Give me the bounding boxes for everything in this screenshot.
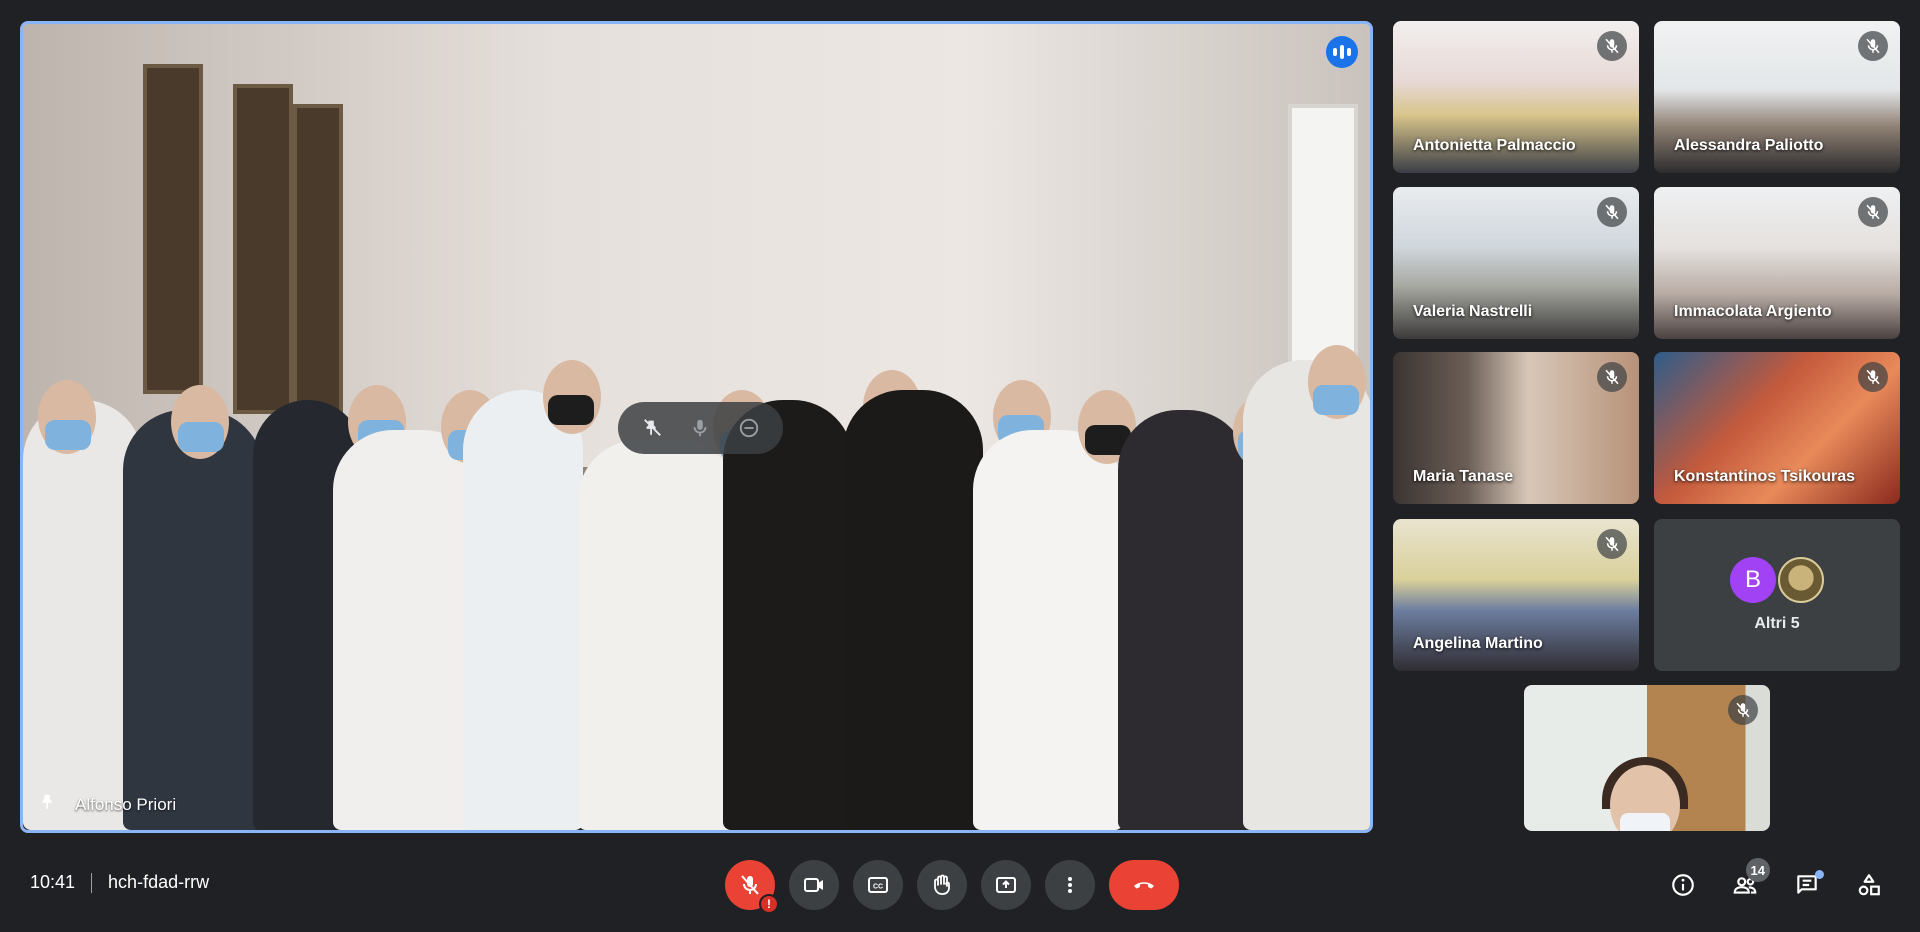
participant-tile[interactable]: Angelina Martino: [1393, 519, 1639, 671]
participant-tile[interactable]: Maria Tanase: [1393, 352, 1639, 504]
unpin-icon[interactable]: [634, 410, 670, 446]
participants-button[interactable]: 14: [1720, 858, 1770, 910]
speaking-indicator-icon: [1326, 36, 1358, 68]
participant-name: Angelina Martino: [1413, 635, 1543, 652]
participant-name: Maria Tanase: [1413, 468, 1514, 485]
mic-off-icon: [741, 875, 759, 895]
activities-button[interactable]: [1844, 860, 1894, 910]
participant-tile[interactable]: Antonietta Palmaccio: [1393, 21, 1639, 173]
raise-hand-button[interactable]: [917, 860, 967, 910]
alert-icon: !: [759, 894, 779, 914]
participants-count-badge: 14: [1745, 858, 1770, 882]
present-screen-button[interactable]: [981, 860, 1031, 910]
participant-tile[interactable]: Konstantinos Tsikouras: [1654, 352, 1900, 504]
svg-text:CC: CC: [873, 884, 883, 891]
participant-name: Valeria Nastrelli: [1413, 303, 1533, 320]
main-video-tile[interactable]: Alfonso Priori: [20, 21, 1373, 833]
participant-name: Immacolata Argiento: [1674, 303, 1832, 320]
bottom-toolbar: 10:41 hch-fdad-rrw ! CC 14: [0, 846, 1920, 926]
other-participants-tile[interactable]: B Altri 5: [1654, 519, 1900, 671]
pin-icon: [37, 791, 59, 818]
shapes-icon: [1858, 874, 1880, 896]
self-video-mask: [1620, 813, 1670, 831]
mic-off-icon: [1858, 31, 1888, 61]
participant-name: Konstantinos Tsikouras: [1674, 468, 1856, 485]
camera-toggle-button[interactable]: [789, 860, 839, 910]
captions-button[interactable]: CC: [853, 860, 903, 910]
call-end-icon: [1134, 882, 1154, 889]
mic-off-icon: [1858, 362, 1888, 392]
meeting-info: 10:41 hch-fdad-rrw: [30, 872, 209, 893]
clock: 10:41: [30, 872, 76, 892]
mute-participant-icon[interactable]: [682, 410, 718, 446]
microphone-toggle-button[interactable]: !: [725, 860, 779, 914]
avatar: B: [1730, 557, 1776, 603]
mic-off-icon: [1597, 529, 1627, 559]
others-count-label: Altri 5: [1754, 615, 1800, 632]
presenter-name: Alfonso Priori: [75, 794, 177, 814]
remove-participant-icon[interactable]: [731, 410, 767, 446]
more-options-button[interactable]: [1045, 860, 1095, 910]
meet-call-screen: Alfonso Priori Antonietta Palmaccio Ales…: [0, 0, 1920, 932]
mic-off-icon: [1728, 695, 1758, 725]
closed-captions-icon: CC: [868, 877, 888, 893]
tile-hover-controls: [618, 402, 783, 454]
meeting-details-button[interactable]: [1658, 860, 1708, 910]
participant-tile[interactable]: Alessandra Paliotto: [1654, 21, 1900, 173]
participant-tile[interactable]: Immacolata Argiento: [1654, 187, 1900, 339]
divider: [91, 872, 93, 893]
unread-dot: [1815, 870, 1824, 879]
avatar-group: B: [1730, 557, 1824, 603]
present-to-all-icon: [996, 877, 1016, 893]
avatar: [1778, 557, 1824, 603]
mic-off-icon: [1858, 197, 1888, 227]
participant-name: Alessandra Paliotto: [1674, 137, 1824, 154]
more-vert-icon: [1068, 877, 1072, 893]
participant-tile[interactable]: Valeria Nastrelli: [1393, 187, 1639, 339]
side-panel-controls: 14: [1658, 858, 1894, 910]
participant-name: Antonietta Palmaccio: [1413, 137, 1576, 154]
video-people: [23, 270, 1370, 830]
info-icon: [1672, 874, 1694, 896]
mic-off-icon: [1597, 197, 1627, 227]
meeting-code: hch-fdad-rrw: [108, 872, 210, 892]
hand-icon: [934, 874, 950, 895]
main-video-label: Alfonso Priori: [37, 791, 176, 818]
chat-button[interactable]: [1782, 860, 1832, 910]
self-view-tile[interactable]: Tu: [1524, 685, 1770, 831]
videocam-icon: [804, 878, 823, 892]
leave-call-button[interactable]: [1109, 860, 1179, 910]
call-controls: ! CC: [725, 860, 1179, 914]
mic-off-icon: [1597, 362, 1627, 392]
mic-off-icon: [1597, 31, 1627, 61]
